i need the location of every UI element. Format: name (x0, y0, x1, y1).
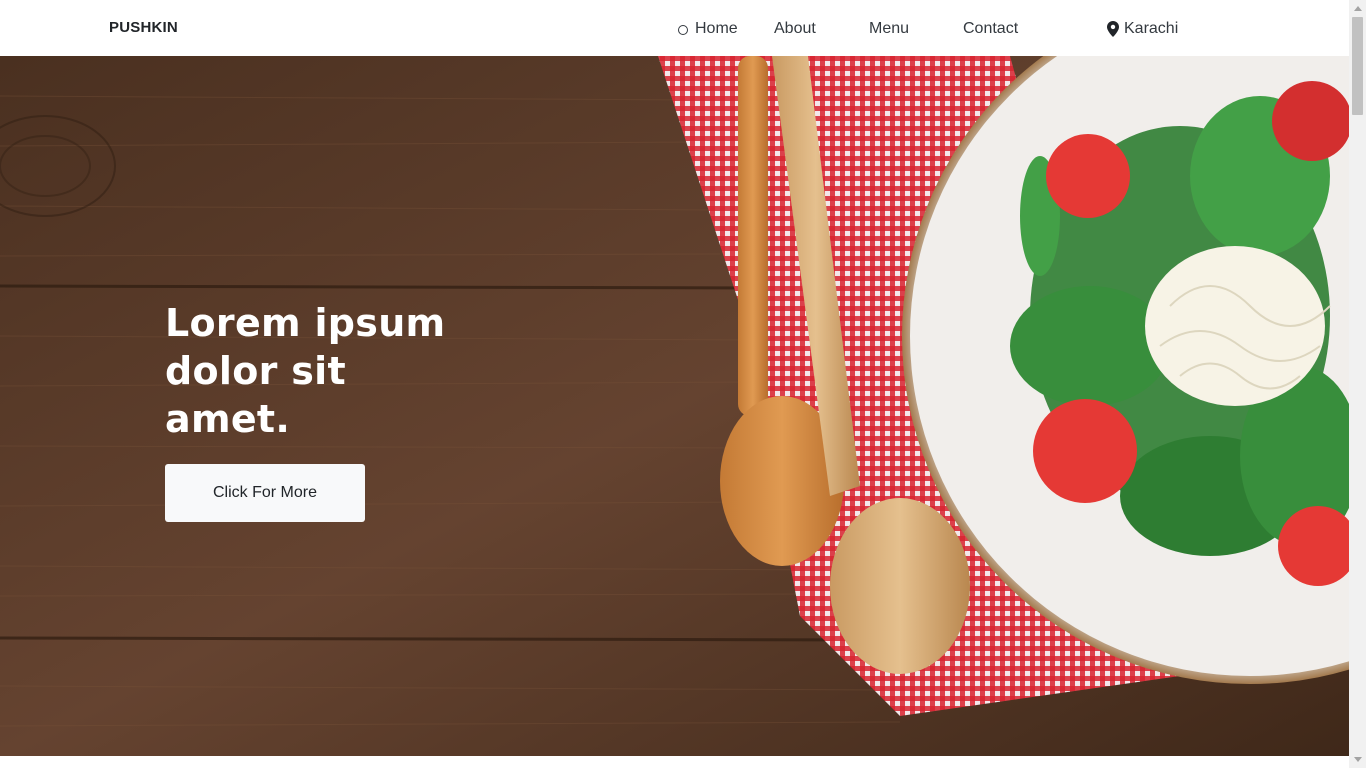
location-link[interactable]: Karachi (1107, 19, 1178, 39)
nav-link-home[interactable]: Home (678, 19, 738, 39)
hero-heading: Lorem ipsum dolor sit amet. (165, 301, 446, 441)
scrollbar-thumb[interactable] (1352, 17, 1363, 115)
brand-logo[interactable]: PUSHKIN (109, 19, 178, 36)
vertical-scrollbar[interactable] (1349, 0, 1366, 768)
click-for-more-button[interactable]: Click For More (165, 464, 365, 522)
navbar: PUSHKIN Home About Menu Contact Karachi (0, 0, 1349, 56)
scroll-down-arrow-icon[interactable] (1349, 751, 1366, 768)
location-label: Karachi (1124, 20, 1179, 37)
scroll-up-arrow-icon[interactable] (1349, 0, 1366, 17)
nav-link-menu[interactable]: Menu (869, 19, 909, 39)
circle-icon (678, 24, 688, 35)
nav-link-about[interactable]: About (774, 19, 816, 39)
page-bottom-strip (0, 756, 1349, 768)
hero-section: Lorem ipsum dolor sit amet. Click For Mo… (0, 56, 1349, 756)
nav-link-home-label: Home (695, 20, 738, 37)
map-pin-icon (1107, 21, 1119, 37)
nav-link-contact[interactable]: Contact (963, 19, 1018, 39)
